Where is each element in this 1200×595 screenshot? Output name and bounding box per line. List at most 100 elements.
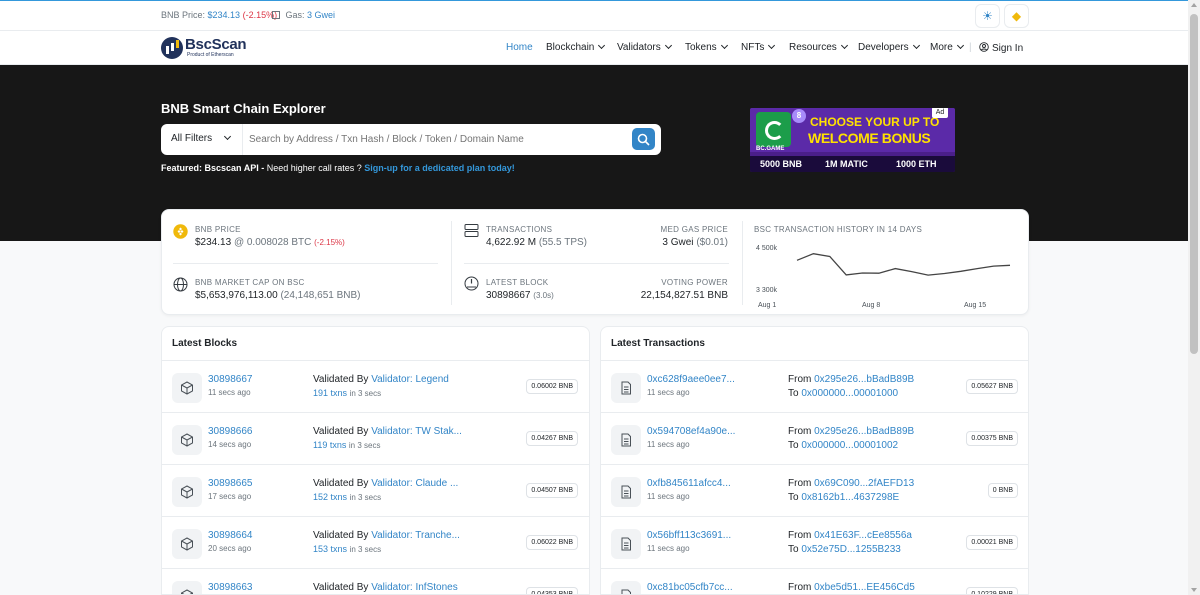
sign-in-label: Sign In (992, 43, 1024, 54)
tx-hash-link[interactable]: 0xc81bc05cfb7cc... (647, 582, 733, 593)
server-icon (464, 224, 479, 237)
transactions-count[interactable]: 4,622.92 M (486, 237, 536, 248)
ad-headline: CHOOSE YOUR UP TO (810, 115, 940, 129)
transaction-row: 0xc628f9aee0ee7... 11 secs ago From 0x295e… (601, 361, 1028, 413)
block-number-link[interactable]: 30898664 (208, 530, 253, 541)
sign-in-link[interactable]: Sign In (979, 42, 1023, 54)
to-address-link[interactable]: 0x000000...00001002 (801, 440, 898, 451)
featured-link[interactable]: Sign-up for a dedicated plan today! (364, 163, 515, 173)
document-icon (611, 477, 641, 507)
chevron-down-icon (840, 41, 848, 50)
from-address-link[interactable]: 0x295e26...bBadB89B (814, 426, 914, 437)
block-number-link[interactable]: 30898665 (208, 478, 253, 489)
search-icon (637, 133, 650, 146)
search-button[interactable] (632, 128, 655, 150)
featured-banner: Featured: Bscscan API - Need higher call… (161, 163, 515, 173)
nav-nfts[interactable]: NFTs (741, 41, 776, 53)
validator-link[interactable]: Validator: InfStones (371, 582, 458, 593)
nav-validators[interactable]: Validators (617, 41, 672, 53)
theme-toggle-button[interactable]: ☀ (975, 4, 1000, 28)
tx-to: To 0x000000...00001000 (788, 388, 898, 399)
block-txns-link[interactable]: 191 txns (313, 388, 347, 398)
tx-hash-link[interactable]: 0xc628f9aee0ee7... (647, 374, 735, 385)
ad-offer: 1000 ETH (896, 159, 937, 169)
tx-amount-badge: 0.00375 BNB (966, 431, 1018, 446)
block-validator: Validated By Validator: Tranche... (313, 530, 460, 541)
latest-blocks-card: Latest Blocks 30898667 11 secs ago Validat… (161, 326, 590, 595)
from-address-link[interactable]: 0xbe5d51...EE456Cd5 (814, 582, 915, 593)
chevron-down-icon (223, 132, 232, 141)
market-cap-bnb: (24,148,651 BNB) (280, 290, 361, 301)
gas-price-gwei[interactable]: 3 Gwei (662, 237, 693, 248)
user-circle-icon (979, 42, 989, 52)
block-number-link[interactable]: 30898666 (208, 426, 253, 437)
chart-series-line (796, 253, 1011, 276)
ad-banner[interactable]: BC.GAME 8 CHOOSE YOUR UP TO WELCOME BONU… (750, 108, 955, 172)
tx-hash-link[interactable]: 0x594708ef4a90e... (647, 426, 735, 437)
filter-dropdown[interactable]: All Filters (161, 124, 243, 155)
chevron-down-icon (768, 41, 776, 50)
bnb-price-value[interactable]: $234.13 (208, 10, 241, 20)
validator-link[interactable]: Validator: Claude ... (371, 478, 458, 489)
ad-offer: 5000 BNB (760, 159, 803, 169)
featured-text: Need higher call rates ? (264, 163, 365, 173)
block-row: 30898663 Validated By Validator: InfStone… (162, 569, 589, 594)
search-input[interactable] (249, 130, 629, 149)
tx-hash-link[interactable]: 0x56bff113c3691... (647, 530, 731, 541)
tx-hash-link[interactable]: 0xfb845611afcc4... (647, 478, 731, 489)
document-icon (611, 581, 641, 594)
block-validator: Validated By Validator: TW Stak... (313, 426, 462, 437)
validator-link[interactable]: Validator: TW Stak... (371, 426, 462, 437)
transaction-row: 0x56bff113c3691... 11 secs ago From 0x41E6… (601, 517, 1028, 569)
scroll-down-arrow-icon[interactable] (1191, 588, 1197, 592)
latest-block-number[interactable]: 30898667 (486, 290, 531, 301)
nav-tokens[interactable]: Tokens (685, 41, 728, 53)
block-txns-link[interactable]: 119 txns (313, 440, 346, 450)
to-address-link[interactable]: 0x52e75D...1255B233 (801, 544, 901, 555)
transaction-history-chart[interactable]: 4 500k 3 300k Aug 1 Aug 8 Aug 15 (752, 238, 1022, 310)
top-bar: BNB Price: $234.13 (-2.15%) Gas: 3 Gwei … (0, 0, 1188, 31)
nav-developers[interactable]: Developers (858, 41, 920, 53)
chart-title: BSC TRANSACTION HISTORY IN 14 DAYS (754, 225, 923, 234)
block-number-link[interactable]: 30898663 (208, 582, 253, 593)
gas-value[interactable]: 3 Gwei (307, 10, 335, 20)
chevron-down-icon (956, 41, 964, 50)
scrollbar[interactable] (1188, 0, 1200, 595)
block-txns: 191 txns in 3 secs (313, 388, 381, 398)
divider (451, 221, 452, 305)
voting-power-value: 22,154,827.51 BNB (640, 290, 728, 301)
ad-subheadline: WELCOME BONUS (808, 130, 931, 146)
bnb-network-button[interactable]: ◆ (1004, 4, 1029, 28)
scrollbar-thumb[interactable] (1190, 14, 1198, 354)
nav-resources[interactable]: Resources (789, 41, 848, 53)
from-label: From (788, 374, 812, 385)
transaction-row: 0xc81bc05cfb7cc... From 0xbe5d51...EE456C… (601, 569, 1028, 594)
latest-blocks-title: Latest Blocks (172, 338, 238, 349)
block-txns-link[interactable]: 152 txns (313, 492, 347, 502)
network-stats-card: BNB PRICE $234.13 @ 0.008028 BTC (-2.15%… (161, 209, 1029, 315)
nav-home[interactable]: Home (506, 42, 533, 53)
gas-label: Gas: (285, 10, 305, 20)
to-address-link[interactable]: 0x8162b1...4637298E (801, 492, 899, 503)
block-age: 14 secs ago (208, 440, 252, 449)
validated-by-label: Validated By (313, 478, 369, 489)
block-number-link[interactable]: 30898667 (208, 374, 253, 385)
gas-price-value: 3 Gwei ($0.01) (662, 237, 728, 248)
block-txns: 119 txns in 3 secs (313, 440, 380, 450)
from-address-link[interactable]: 0x295e26...bBadB89B (814, 374, 914, 385)
scroll-up-arrow-icon[interactable] (1191, 3, 1197, 7)
gas-price-label: MED GAS PRICE (660, 225, 728, 234)
nav-more[interactable]: More (930, 41, 964, 53)
block-time: in 3 secs (349, 493, 382, 502)
validator-link[interactable]: Validator: Tranche... (371, 530, 460, 541)
to-address-link[interactable]: 0x000000...00001000 (801, 388, 898, 399)
document-icon (611, 425, 641, 455)
from-address-link[interactable]: 0x69C090...2fAEFD13 (814, 478, 914, 489)
from-address-link[interactable]: 0x41E63F...cEe8556a (814, 530, 912, 541)
tx-from: From 0x295e26...bBadB89B (788, 426, 914, 437)
chart-y-tick-label: 3 300k (756, 287, 778, 294)
block-age: 17 secs ago (208, 492, 252, 501)
nav-blockchain[interactable]: Blockchain (546, 41, 606, 53)
block-txns-link[interactable]: 153 txns (313, 544, 347, 554)
validator-link[interactable]: Validator: Legend (371, 374, 449, 385)
